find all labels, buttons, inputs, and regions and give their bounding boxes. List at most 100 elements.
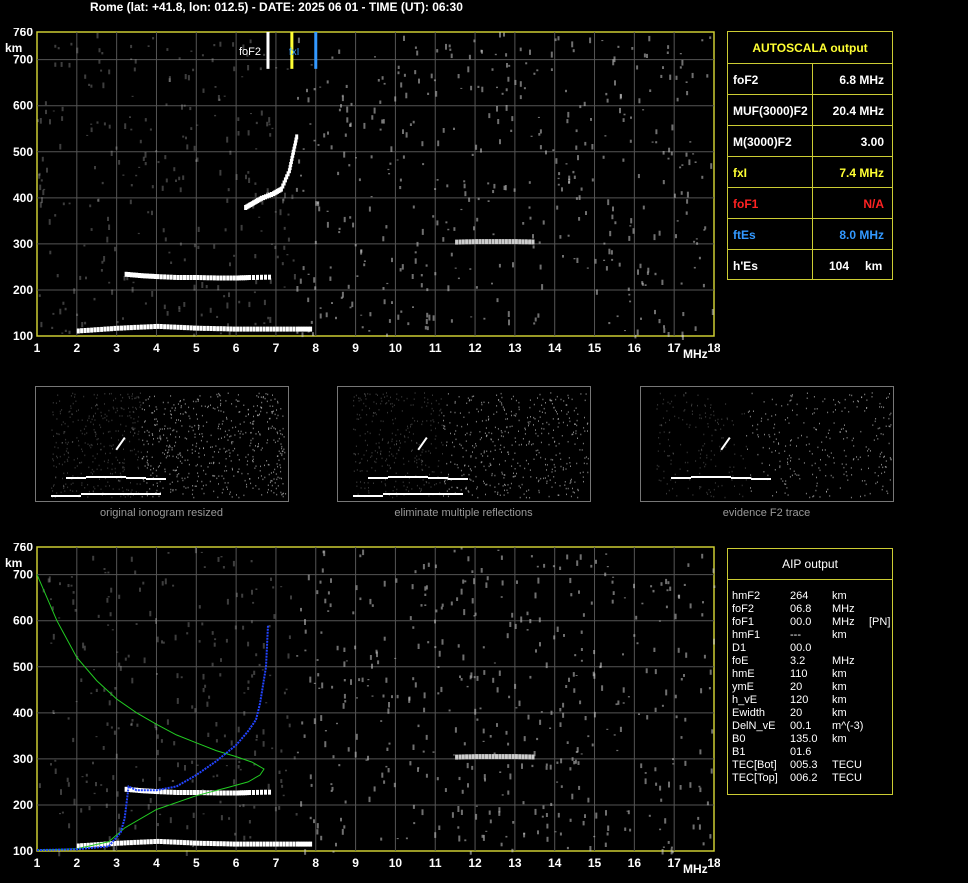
noise-point [475,286,478,289]
noise-point [706,801,709,806]
thumb-noise [865,483,867,486]
trace-point [488,239,492,245]
noise-point [226,136,229,143]
thumb-noise [669,445,671,447]
thumb-noise [448,473,449,476]
thumb-noise [131,395,133,397]
noise-point [681,59,684,66]
thumb-noise [130,491,132,493]
noise-point [81,322,84,328]
noise-point [340,104,342,108]
noise-point [475,813,478,820]
thumb-noise [175,436,177,438]
thumb-noise [67,425,69,428]
noise-point [702,601,704,604]
thumb-noise [874,420,876,423]
thumb-noise [134,397,136,400]
thumb-noise [704,465,706,468]
noise-point [52,633,55,640]
trace-point [179,790,183,795]
noise-point [675,234,677,239]
thumb-noise [279,464,281,466]
noise-point [301,721,304,725]
thumb-noise [874,472,876,474]
thumb-noise [175,489,177,491]
noise-point [134,824,137,830]
thumb-noise [175,441,177,444]
thumb-noise [542,398,544,401]
thumb-noise [432,410,434,412]
noise-point [383,82,386,85]
noise-point [622,702,625,704]
noise-point [110,150,113,156]
thumb-noise [728,471,730,474]
noise-point [434,272,437,276]
thumb-noise [818,467,820,469]
noise-point [375,649,378,654]
thumb-noise [551,486,553,488]
thumb-noise [535,449,537,452]
thumb-noise [171,449,173,451]
noise-point [709,669,712,675]
noise-point [191,705,194,709]
thumb-noise [843,438,845,440]
thumb-noise [392,422,394,425]
thumb-noise [494,444,496,447]
thumb-noise [666,492,667,495]
noise-point [319,86,322,88]
noise-point [617,700,620,705]
thumb-noise [66,443,68,445]
noise-point [219,41,222,47]
thumb-noise [408,481,410,484]
thumb-noise [535,429,536,431]
noise-point [387,168,390,171]
thumb-noise [407,472,409,474]
noise-point [694,161,697,163]
noise-point [589,846,592,852]
thumb-noise [778,452,780,454]
thumb-noise [112,444,114,446]
noise-point [354,243,357,247]
thumb-noise [723,424,725,427]
thumb-noise [564,481,566,483]
thumb-noise [199,447,201,450]
thumb-noise [876,435,878,437]
noise-point [220,658,222,662]
thumb-noise [401,410,403,412]
trace-point [139,839,143,845]
noise-point [633,583,635,589]
x-tick-label: 7 [273,856,280,870]
thumb-noise [887,396,889,398]
thumb-noise [668,489,670,492]
thumb-noise [176,456,177,458]
noise-point [272,586,275,589]
thumb-noise [258,414,260,417]
thumb-noise [369,407,370,410]
thumb-noise [540,441,542,444]
thumb-noise [214,475,216,477]
trace-point [226,841,230,847]
trace-point [461,754,465,760]
noise-point [247,686,250,690]
noise-point [106,722,109,726]
noise-point [129,116,131,118]
noise-point [681,164,684,166]
noise-point [156,636,159,643]
thumb-noise [397,449,399,451]
noise-point [265,702,268,704]
noise-point [702,842,705,846]
noise-point [513,188,516,192]
thumb-noise [122,462,124,464]
noise-point [388,173,391,175]
noise-point [325,312,328,318]
noise-point [326,80,329,84]
noise-point [211,662,214,667]
noise-point [474,708,477,715]
trace-point [528,754,532,760]
thumb-noise [757,434,759,436]
thumb-noise [72,402,74,405]
thumb-noise [434,484,436,486]
thumb-noise [775,450,776,452]
thumb-noise [75,400,77,402]
thumb-noise [450,461,452,463]
